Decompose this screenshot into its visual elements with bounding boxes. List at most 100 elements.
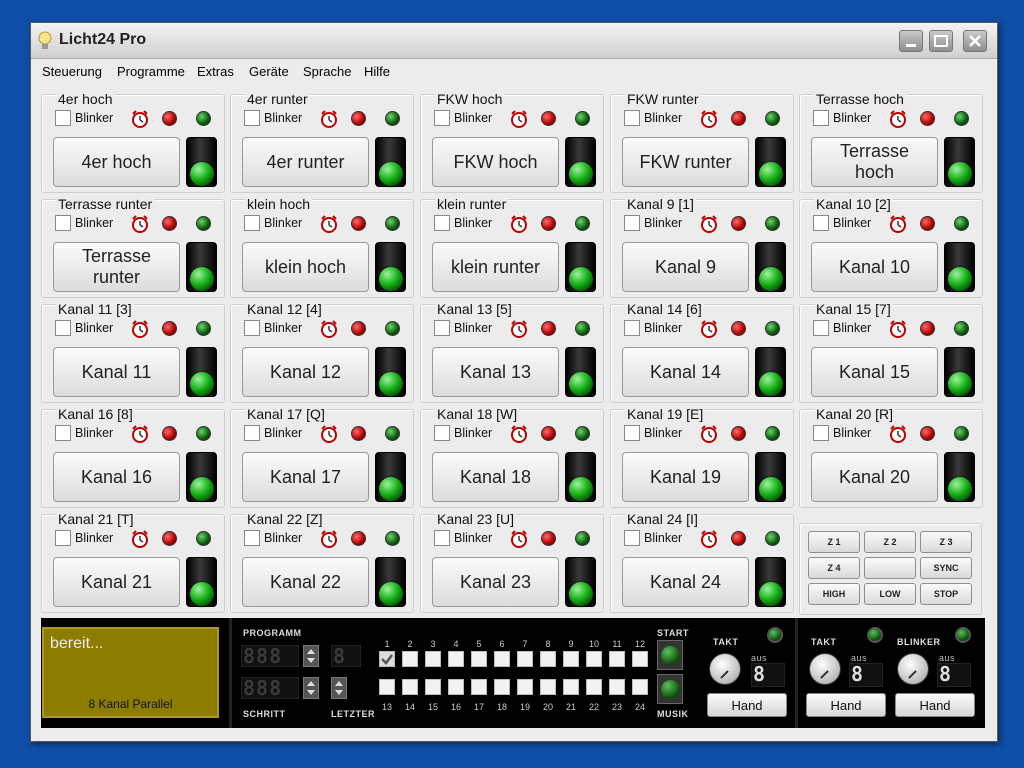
alarm-clock-icon[interactable] — [319, 319, 339, 339]
step-toggle[interactable] — [563, 679, 579, 695]
channel-button[interactable]: Kanal 20 — [811, 452, 938, 502]
step-toggle[interactable] — [448, 651, 464, 667]
channel-button[interactable]: klein runter — [432, 242, 559, 292]
step-toggle[interactable] — [517, 679, 533, 695]
high-button[interactable]: HIGH — [808, 583, 860, 605]
step-toggle[interactable] — [494, 651, 510, 667]
step-toggle[interactable] — [517, 651, 533, 667]
alarm-clock-icon[interactable] — [509, 214, 529, 234]
close-button[interactable] — [963, 30, 987, 52]
step-toggle[interactable] — [540, 679, 556, 695]
channel-button[interactable]: Kanal 15 — [811, 347, 938, 397]
sync-button[interactable]: SYNC — [920, 557, 972, 579]
alarm-clock-icon[interactable] — [699, 424, 719, 444]
step-toggle[interactable] — [448, 679, 464, 695]
channel-button[interactable]: 4er hoch — [53, 137, 180, 187]
alarm-clock-icon[interactable] — [319, 529, 339, 549]
alarm-clock-icon[interactable] — [509, 529, 529, 549]
blinker-checkbox[interactable] — [624, 320, 640, 336]
channel-button[interactable]: Terrasse runter — [53, 242, 180, 292]
alarm-clock-icon[interactable] — [699, 319, 719, 339]
blinker-checkbox[interactable] — [434, 110, 450, 126]
alarm-clock-icon[interactable] — [888, 424, 908, 444]
blinker-checkbox[interactable] — [244, 215, 260, 231]
channel-button[interactable]: FKW hoch — [432, 137, 559, 187]
takt-knob[interactable] — [709, 653, 741, 685]
alarm-clock-icon[interactable] — [509, 319, 529, 339]
step-toggle[interactable] — [563, 651, 579, 667]
zone-3-button[interactable]: Z 3 — [920, 531, 972, 553]
step-toggle[interactable] — [609, 651, 625, 667]
channel-button[interactable]: Kanal 23 — [432, 557, 559, 607]
channel-button[interactable]: Kanal 18 — [432, 452, 559, 502]
menu-extras[interactable]: Extras — [197, 64, 234, 79]
hand-button-2[interactable]: Hand — [806, 693, 886, 717]
channel-button[interactable]: Kanal 14 — [622, 347, 749, 397]
start-button[interactable] — [657, 640, 683, 670]
blinker-checkbox[interactable] — [624, 110, 640, 126]
blank-button[interactable] — [864, 557, 916, 579]
step-toggle[interactable] — [425, 651, 441, 667]
blinker-checkbox[interactable] — [244, 110, 260, 126]
alarm-clock-icon[interactable] — [319, 214, 339, 234]
step-toggle[interactable] — [540, 651, 556, 667]
alarm-clock-icon[interactable] — [130, 109, 150, 129]
channel-button[interactable]: Kanal 17 — [242, 452, 369, 502]
blinker-checkbox[interactable] — [244, 320, 260, 336]
alarm-clock-icon[interactable] — [699, 529, 719, 549]
hand-button[interactable]: Hand — [707, 693, 787, 717]
channel-button[interactable]: Kanal 19 — [622, 452, 749, 502]
channel-button[interactable]: FKW runter — [622, 137, 749, 187]
stop-button[interactable]: STOP — [920, 583, 972, 605]
channel-button[interactable]: Kanal 11 — [53, 347, 180, 397]
alarm-clock-icon[interactable] — [888, 109, 908, 129]
blinker-checkbox[interactable] — [244, 425, 260, 441]
blinker-checkbox[interactable] — [434, 320, 450, 336]
step-toggle[interactable] — [632, 651, 648, 667]
blinker-checkbox[interactable] — [813, 320, 829, 336]
channel-button[interactable]: Kanal 22 — [242, 557, 369, 607]
alarm-clock-icon[interactable] — [130, 529, 150, 549]
zone-2-button[interactable]: Z 2 — [864, 531, 916, 553]
blinker-checkbox[interactable] — [55, 530, 71, 546]
letzter-spinner[interactable] — [331, 677, 347, 699]
alarm-clock-icon[interactable] — [699, 109, 719, 129]
step-toggle[interactable] — [471, 651, 487, 667]
menu-programme[interactable]: Programme — [117, 64, 185, 79]
step-toggle[interactable] — [379, 651, 395, 667]
step-toggle[interactable] — [471, 679, 487, 695]
alarm-clock-icon[interactable] — [319, 424, 339, 444]
menu-steuerung[interactable]: Steuerung — [42, 64, 102, 79]
menu-geraete[interactable]: Geräte — [249, 64, 289, 79]
channel-button[interactable]: Kanal 16 — [53, 452, 180, 502]
blinker-checkbox[interactable] — [55, 425, 71, 441]
blinker-checkbox[interactable] — [813, 110, 829, 126]
programm-spinner[interactable] — [303, 645, 319, 667]
blinker-checkbox[interactable] — [813, 425, 829, 441]
blinker-checkbox[interactable] — [434, 215, 450, 231]
alarm-clock-icon[interactable] — [888, 214, 908, 234]
blinker-checkbox[interactable] — [624, 425, 640, 441]
channel-button[interactable]: Kanal 10 — [811, 242, 938, 292]
maximize-button[interactable] — [929, 30, 953, 52]
blinker-checkbox[interactable] — [244, 530, 260, 546]
step-toggle[interactable] — [425, 679, 441, 695]
channel-button[interactable]: Kanal 9 — [622, 242, 749, 292]
minimize-button[interactable] — [899, 30, 923, 52]
title-bar[interactable]: Licht24 Pro — [31, 23, 997, 59]
blinker-checkbox[interactable] — [434, 425, 450, 441]
channel-button[interactable]: Kanal 21 — [53, 557, 180, 607]
step-toggle[interactable] — [632, 679, 648, 695]
low-button[interactable]: LOW — [864, 583, 916, 605]
step-toggle[interactable] — [402, 651, 418, 667]
hand-button-3[interactable]: Hand — [895, 693, 975, 717]
menu-hilfe[interactable]: Hilfe — [364, 64, 390, 79]
channel-button[interactable]: Kanal 12 — [242, 347, 369, 397]
alarm-clock-icon[interactable] — [699, 214, 719, 234]
blinker-checkbox[interactable] — [55, 320, 71, 336]
zone-1-button[interactable]: Z 1 — [808, 531, 860, 553]
alarm-clock-icon[interactable] — [509, 424, 529, 444]
step-toggle[interactable] — [402, 679, 418, 695]
musik-button[interactable] — [657, 674, 683, 704]
alarm-clock-icon[interactable] — [509, 109, 529, 129]
